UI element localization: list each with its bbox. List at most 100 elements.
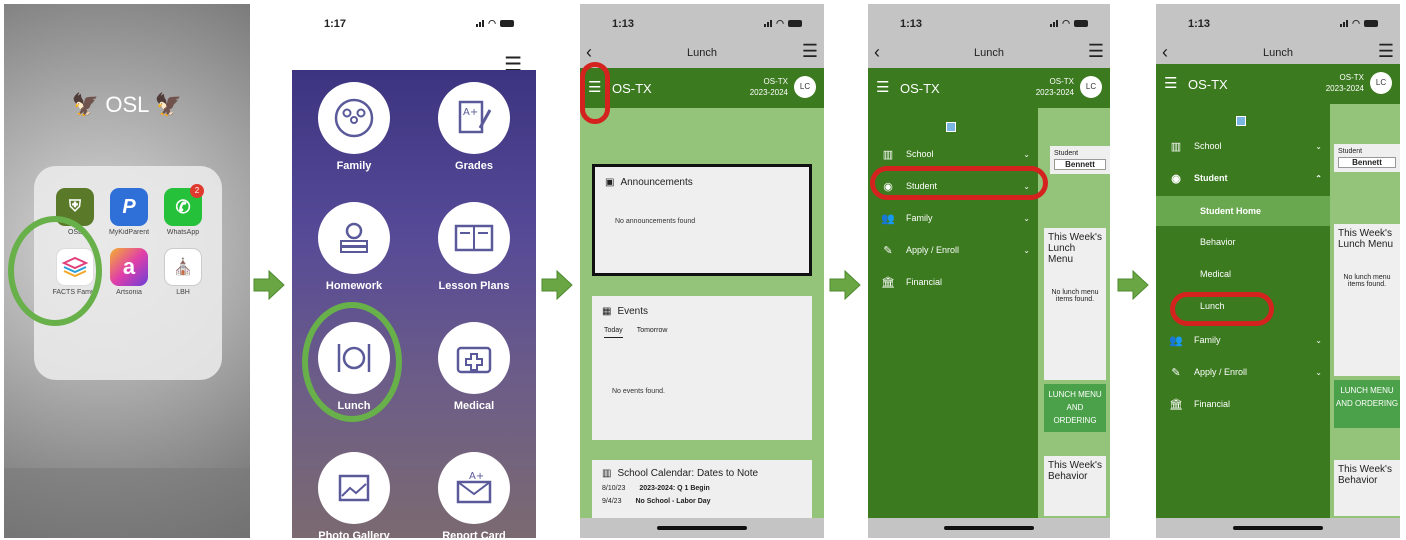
school-header: ☰ OS-TX OS-TX 2023-2024 LC xyxy=(868,68,1110,108)
battery-icon xyxy=(788,20,802,27)
right-arrow-icon xyxy=(253,269,285,301)
submenu-medical[interactable]: Medical xyxy=(1156,260,1330,288)
lunch-dashboard-phone: 1:13 ◠ ‹ Lunch ☰ ☰ OS-TX OS-TX 2023-2024 … xyxy=(580,4,824,538)
tile-homework[interactable]: Homework xyxy=(314,202,394,292)
student-menu-phone: 1:13 ◠ ‹ Lunch ☰ ☰ OS-TX OS-TX 2023-2024 … xyxy=(1156,4,1400,538)
status-bar: 1:13 ◠ xyxy=(868,4,1110,38)
home-indicator xyxy=(657,526,747,530)
apple-books-icon xyxy=(340,222,368,253)
tile-report-card[interactable]: A+ Report Card xyxy=(434,452,514,538)
battery-icon xyxy=(1364,20,1378,27)
tile-grades[interactable]: A+ Grades xyxy=(434,82,514,172)
behavior-card: This Week's Behavior xyxy=(1044,456,1106,516)
family-icon xyxy=(334,98,374,138)
wifi-icon: ◠ xyxy=(776,18,784,28)
status-bar: 1:13 ◠ xyxy=(580,4,824,38)
menu-item-apply-enroll[interactable]: ✎ Apply / Enroll ⌄ xyxy=(1156,358,1330,386)
tile-medical[interactable]: Medical xyxy=(434,322,514,412)
pencil-icon: ✎ xyxy=(1171,366,1181,379)
lesson-plans-icon xyxy=(454,224,494,252)
facts-home-phone: 1:17 ◠ ☰ Family A+ Grades Homework Lesso… xyxy=(292,4,536,538)
tile-family[interactable]: Family xyxy=(314,82,394,172)
signal-icon xyxy=(764,20,773,27)
avatar[interactable]: LC xyxy=(1080,76,1102,98)
battery-icon xyxy=(1074,20,1088,27)
green-highlight-circle xyxy=(8,216,102,326)
nav-bar: ‹ Lunch ☰ xyxy=(580,38,824,68)
avatar[interactable]: LC xyxy=(1370,72,1392,94)
signal-icon xyxy=(1340,20,1349,27)
menu-item-school[interactable]: ▥ School ⌄ xyxy=(1156,132,1330,160)
tile-lesson-plans[interactable]: Lesson Plans xyxy=(434,202,514,292)
signal-icon xyxy=(476,20,485,27)
behavior-card: This Week's Behavior xyxy=(1334,460,1400,516)
signal-icon xyxy=(1050,20,1059,27)
building-icon: ▥ xyxy=(602,468,612,479)
right-arrow-icon xyxy=(541,269,573,301)
dashboard-body: ▣ Announcements No announcements found ▦ E… xyxy=(580,108,824,518)
status-bar: 1:17 ◠ xyxy=(292,4,536,38)
side-menu-phone: 1:13 ◠ ‹ Lunch ☰ ☰ OS-TX OS-TX 2023-2024 … xyxy=(868,4,1110,538)
nav-bar: ‹ Lunch ☰ xyxy=(868,38,1110,68)
calendar-row: 9/4/23 No School - Labor Day xyxy=(602,498,711,505)
report-card-icon: A+ xyxy=(456,471,492,504)
app-artsonia[interactable]: a Artsonia xyxy=(106,248,152,296)
school-header: ☰ OS-TX OS-TX 2023-2024 LC xyxy=(1156,64,1400,104)
school-logo-icon xyxy=(1236,116,1246,126)
right-arrow-icon xyxy=(829,269,861,301)
wifi-icon: ◠ xyxy=(1352,18,1360,28)
wifi-icon: ◠ xyxy=(1062,18,1070,28)
submenu-student-home[interactable]: Student Home xyxy=(1156,196,1330,226)
lbh-seal-icon: ⛪ xyxy=(164,248,202,286)
photo-gallery-icon xyxy=(338,474,370,502)
artsonia-a-icon: a xyxy=(110,248,148,286)
hamburger-menu-icon[interactable]: ☰ xyxy=(1378,41,1394,62)
status-bar: 1:13 ◠ xyxy=(1156,4,1400,38)
announcements-card: ▣ Announcements No announcements found xyxy=(592,164,812,276)
right-arrow-icon xyxy=(1117,269,1149,301)
battery-icon xyxy=(500,20,514,27)
lunch-menu-card: This Week's Lunch Menu No lunch menu ite… xyxy=(1334,224,1400,376)
user-icon: ◉ xyxy=(1171,172,1181,185)
tile-photo-gallery[interactable]: Photo Gallery xyxy=(314,452,394,538)
menu-item-family[interactable]: 👥 Family ⌄ xyxy=(868,204,1038,232)
lunch-menu-ordering-button[interactable]: LUNCH MENU AND ORDERING xyxy=(1334,380,1400,428)
svg-text:A+: A+ xyxy=(469,471,484,482)
side-menu-icon[interactable]: ☰ xyxy=(876,78,889,96)
menu-item-family[interactable]: 👥 Family ⌄ xyxy=(1156,326,1330,354)
menu-item-school[interactable]: ▥ School ⌄ xyxy=(868,140,1038,168)
side-menu-icon[interactable]: ☰ xyxy=(1164,74,1177,92)
p-letter-icon: P xyxy=(110,188,148,226)
hamburger-menu-icon[interactable]: ☰ xyxy=(802,41,818,62)
menu-item-financial[interactable]: 🏛 Financial xyxy=(1156,390,1330,418)
announcement-icon: ▣ xyxy=(605,177,615,188)
menu-item-financial[interactable]: 🏛 Financial xyxy=(868,268,1038,296)
calendar-icon: ▦ xyxy=(602,306,612,317)
people-icon: 👥 xyxy=(1169,334,1183,347)
tab-tomorrow[interactable]: Tomorrow xyxy=(637,327,668,338)
chevron-down-icon: ⌄ xyxy=(1023,245,1030,255)
hamburger-menu-icon[interactable]: ☰ xyxy=(1088,41,1104,62)
app-whatsapp[interactable]: ✆ 2 WhatsApp xyxy=(160,184,206,236)
tab-today[interactable]: Today xyxy=(604,327,623,338)
chevron-down-icon: ⌄ xyxy=(1315,141,1322,151)
red-highlight-mark xyxy=(870,166,1048,200)
menu-item-apply-enroll[interactable]: ✎ Apply / Enroll ⌄ xyxy=(868,236,1038,264)
chevron-down-icon: ⌄ xyxy=(1315,367,1322,377)
submenu-behavior[interactable]: Behavior xyxy=(1156,228,1330,256)
menu-item-student[interactable]: ◉ Student ⌃ xyxy=(1156,164,1330,192)
student-selector[interactable]: Student Bennett xyxy=(1334,144,1400,172)
green-highlight-circle xyxy=(302,302,402,422)
chevron-down-icon: ⌄ xyxy=(1023,149,1030,159)
student-selector[interactable]: Student Bennett xyxy=(1050,146,1110,174)
module-grid: Family A+ Grades Homework Lesson Plans L… xyxy=(292,70,536,538)
app-lbh[interactable]: ⛪ LBH xyxy=(160,248,206,296)
school-header: ☰ OS-TX OS-TX 2023-2024 LC xyxy=(580,68,824,108)
bank-icon: 🏛 xyxy=(881,276,895,289)
lunch-menu-ordering-button[interactable]: LUNCH MENU AND ORDERING xyxy=(1044,384,1106,432)
avatar[interactable]: LC xyxy=(794,76,816,98)
people-icon: 👥 xyxy=(881,212,895,225)
app-mykidparent[interactable]: P MyKidParent xyxy=(106,188,152,236)
school-year: OS-TX 2023-2024 xyxy=(1035,77,1074,97)
red-highlight-mark xyxy=(580,62,610,124)
